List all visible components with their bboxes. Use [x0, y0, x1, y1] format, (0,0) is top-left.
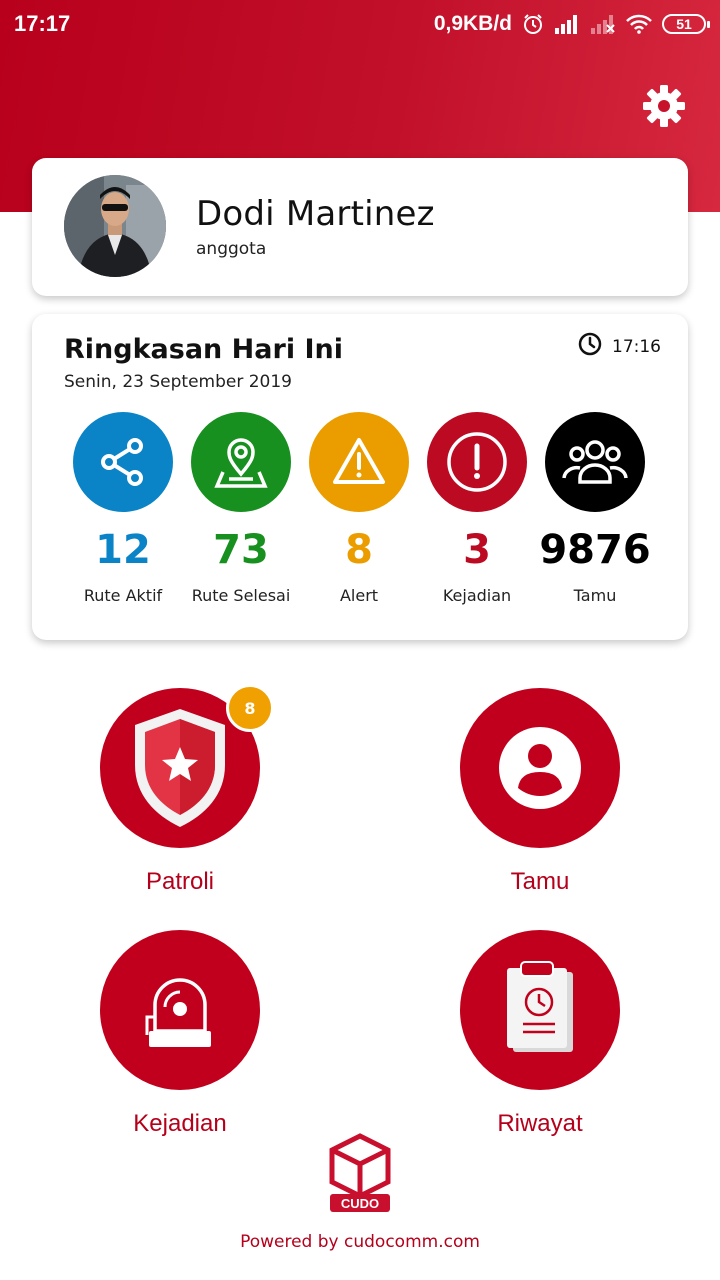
clipboard-history-icon — [460, 930, 620, 1090]
gear-icon[interactable] — [640, 82, 688, 130]
stat-kejadian[interactable]: 3 Kejadian — [418, 412, 536, 605]
stat-label: Kejadian — [442, 586, 512, 605]
profile-name: Dodi Martinez — [196, 194, 435, 234]
stat-rute-aktif[interactable]: 12 Rute Aktif — [64, 412, 182, 605]
warning-icon — [309, 412, 409, 512]
cudo-logo: CUDO — [326, 1132, 394, 1216]
stat-label: Tamu — [573, 586, 617, 605]
clock-icon — [578, 332, 602, 361]
menu-label: Tamu — [510, 868, 570, 895]
wifi-icon — [626, 14, 652, 34]
shield-star-icon: 8 — [100, 684, 274, 848]
stat-tamu[interactable]: 9876 Tamu — [536, 412, 654, 605]
menu-riwayat[interactable]: Riwayat — [410, 930, 670, 1138]
summary-time-text: 17:16 — [612, 336, 661, 357]
menu-label: Riwayat — [497, 1110, 583, 1137]
powered-by-link[interactable]: Powered by cudocomm.com — [0, 1232, 720, 1252]
menu-label: Kejadian — [133, 1110, 227, 1137]
share-icon — [73, 412, 173, 512]
menu-patroli[interactable]: 8 Patroli — [50, 684, 310, 896]
stat-rute-selesai[interactable]: 73 Rute Selesai — [182, 412, 300, 605]
menu-tamu[interactable]: Tamu — [410, 688, 670, 896]
status-bar: 17:17 0,9KB/d 51 — [0, 0, 720, 48]
exclamation-icon — [427, 412, 527, 512]
patroli-badge: 8 — [226, 684, 274, 732]
menu-label: Patroli — [145, 868, 215, 895]
avatar — [64, 175, 166, 277]
profile-card: Dodi Martinez anggota — [32, 158, 688, 296]
summary-card: Ringkasan Hari Ini Senin, 23 September 2… — [32, 314, 688, 640]
signal-icon — [554, 14, 580, 34]
network-speed: 0,9KB/d — [433, 12, 512, 35]
map-pin-icon — [191, 412, 291, 512]
stat-label: Rute Selesai — [191, 586, 291, 605]
menu-kejadian[interactable]: Kejadian — [50, 930, 310, 1138]
stat-alert[interactable]: 8 Alert — [300, 412, 418, 605]
stat-value: 73 — [213, 527, 269, 573]
summary-title: Ringkasan Hari Ini — [64, 334, 343, 365]
alarm-bell-icon — [100, 930, 260, 1090]
user-circle-icon — [460, 688, 620, 848]
signal-off-icon — [590, 14, 616, 34]
stat-label: Rute Aktif — [83, 586, 163, 605]
status-time: 17:17 — [14, 11, 71, 36]
summary-time: 17:16 — [578, 332, 661, 361]
stat-value: 12 — [95, 527, 151, 573]
stat-label: Alert — [339, 586, 379, 605]
stat-value: 3 — [463, 527, 491, 573]
alarm-icon — [522, 13, 544, 35]
profile-role: anggota — [196, 239, 267, 259]
battery-icon: 51 — [662, 14, 710, 34]
stat-value: 8 — [345, 527, 373, 573]
status-icons: 0,9KB/d 51 — [433, 12, 710, 36]
summary-date: Senin, 23 September 2019 — [64, 372, 292, 392]
stat-value: 9876 — [539, 527, 651, 573]
group-icon — [545, 412, 645, 512]
logo-text: CUDO — [341, 1196, 379, 1211]
